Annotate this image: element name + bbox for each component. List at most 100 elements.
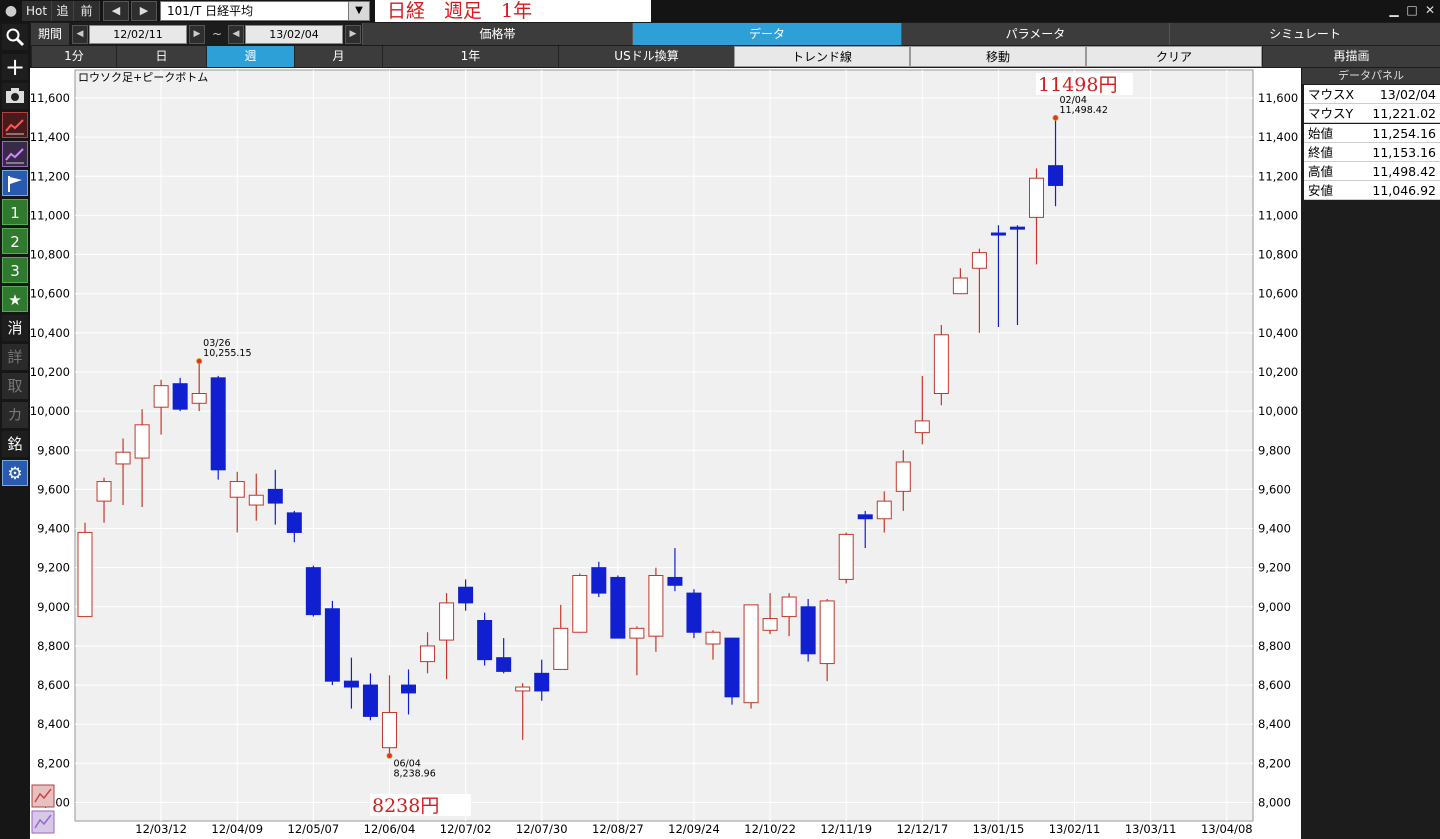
- candle-body[interactable]: [914, 420, 930, 434]
- candle-body[interactable]: [971, 252, 987, 269]
- chart-area[interactable]: 8,000 8,200 8,400 8,600 8,800 9,000 9,200 9,400…: [30, 68, 1301, 839]
- candle-body[interactable]: [743, 604, 759, 704]
- camera-icon[interactable]: [2, 83, 28, 109]
- start-prev-arrow-icon[interactable]: ◀: [72, 25, 88, 44]
- favorite-star-icon[interactable]: ★: [2, 286, 28, 312]
- candle-body[interactable]: [286, 512, 302, 533]
- candle-body[interactable]: [172, 383, 188, 410]
- end-next-arrow-icon[interactable]: ▶: [345, 25, 361, 44]
- candle-body[interactable]: [686, 592, 702, 633]
- maximize-icon[interactable]: □: [1404, 2, 1420, 18]
- candle-body[interactable]: [210, 377, 226, 471]
- gear-icon[interactable]: ⚙: [2, 460, 28, 486]
- candle-body[interactable]: [420, 645, 436, 663]
- candle-body[interactable]: [876, 500, 892, 520]
- candle-body[interactable]: [267, 488, 283, 504]
- candle-body[interactable]: [153, 385, 169, 408]
- candle-body[interactable]: [439, 602, 455, 641]
- minimize-icon[interactable]: ▁: [1386, 2, 1402, 18]
- tab-parameters[interactable]: パラメータ: [901, 23, 1169, 45]
- candle-body[interactable]: [115, 451, 131, 465]
- candlestick-chart[interactable]: 8,000 8,200 8,400 8,600 8,800 9,000 9,200 9,400…: [30, 68, 1301, 839]
- candle-body[interactable]: [248, 494, 264, 506]
- flag-icon[interactable]: [2, 170, 28, 196]
- candle-body[interactable]: [458, 586, 474, 604]
- candle-body[interactable]: [324, 608, 340, 682]
- candle-body[interactable]: [477, 620, 493, 661]
- erase-button[interactable]: 消: [2, 315, 28, 341]
- back-arrow-icon[interactable]: ◀: [103, 1, 129, 21]
- candle-body[interactable]: [305, 567, 321, 616]
- tab-price-band[interactable]: 価格帯: [362, 23, 632, 45]
- candle-body[interactable]: [496, 657, 512, 672]
- redraw-button[interactable]: 再描画: [1262, 46, 1440, 67]
- candle-body[interactable]: [134, 424, 150, 459]
- candle-body[interactable]: [895, 461, 911, 492]
- candle-body[interactable]: [229, 481, 245, 498]
- candle-body[interactable]: [990, 232, 1006, 236]
- preset-1-button[interactable]: 1: [2, 199, 28, 225]
- candle-body[interactable]: [591, 567, 607, 594]
- start-next-arrow-icon[interactable]: ▶: [189, 25, 205, 44]
- candle-body[interactable]: [724, 637, 740, 698]
- preset-3-button[interactable]: 3: [2, 257, 28, 283]
- forward-arrow-icon[interactable]: ▶: [131, 1, 157, 21]
- candle-body[interactable]: [933, 334, 949, 394]
- candle-body[interactable]: [781, 596, 797, 618]
- timeframe-monthly[interactable]: 月: [294, 46, 382, 67]
- preset-2-button[interactable]: 2: [2, 228, 28, 254]
- candle-body[interactable]: [401, 684, 417, 694]
- close-icon[interactable]: ✕: [1422, 2, 1438, 18]
- candle-body[interactable]: [572, 574, 588, 633]
- next-button[interactable]: 追: [52, 1, 74, 21]
- line-chart-purple-icon[interactable]: [2, 141, 28, 167]
- candle-body[interactable]: [553, 627, 569, 670]
- candle-body[interactable]: [96, 481, 112, 502]
- candle-body[interactable]: [819, 600, 835, 665]
- candle-body[interactable]: [1009, 226, 1025, 230]
- candle-body[interactable]: [1029, 177, 1044, 218]
- candle-body[interactable]: [857, 514, 873, 520]
- candle-body[interactable]: [343, 680, 359, 688]
- candle-body[interactable]: [629, 627, 645, 639]
- detail-button[interactable]: 詳: [2, 344, 28, 370]
- trade-button[interactable]: 取: [2, 373, 28, 399]
- move-button[interactable]: 移動: [910, 46, 1086, 67]
- trendline-button[interactable]: トレンド線: [734, 46, 910, 67]
- hot-button[interactable]: Hot: [22, 1, 52, 21]
- candle-body[interactable]: [362, 684, 378, 717]
- timeframe-1min[interactable]: 1分: [31, 46, 116, 67]
- candle-body[interactable]: [77, 531, 93, 618]
- prev-button[interactable]: 前: [74, 1, 100, 21]
- tab-simulate[interactable]: シミュレート: [1169, 23, 1440, 45]
- stock-button[interactable]: 銘: [2, 431, 28, 457]
- range-1year-button[interactable]: 1年: [382, 46, 558, 67]
- crosshair-icon[interactable]: +: [2, 54, 28, 80]
- candle-body[interactable]: [705, 631, 721, 645]
- symbol-input[interactable]: 101/T 日経平均: [160, 1, 370, 21]
- candle-body[interactable]: [667, 576, 683, 586]
- candle-body[interactable]: [1048, 165, 1064, 186]
- usd-convert-button[interactable]: USドル換算: [558, 46, 734, 67]
- end-prev-arrow-icon[interactable]: ◀: [228, 25, 244, 44]
- candle-body[interactable]: [191, 392, 207, 404]
- start-date-input[interactable]: 12/02/11: [89, 25, 187, 44]
- candle-body[interactable]: [515, 686, 531, 692]
- candle-body[interactable]: [952, 277, 968, 295]
- end-date-input[interactable]: 13/02/04: [245, 25, 343, 44]
- ka-button[interactable]: カ: [2, 402, 28, 428]
- chevron-down-icon[interactable]: ▼: [348, 1, 370, 21]
- line-chart-red-icon[interactable]: [2, 112, 28, 138]
- candle-body[interactable]: [610, 576, 626, 639]
- search-icon[interactable]: [2, 24, 28, 50]
- candle-body[interactable]: [762, 618, 778, 631]
- candle-body[interactable]: [800, 606, 816, 655]
- timeframe-weekly[interactable]: 週: [206, 46, 294, 67]
- timeframe-daily[interactable]: 日: [116, 46, 206, 67]
- candle-body[interactable]: [381, 711, 397, 749]
- candle-body[interactable]: [534, 672, 550, 692]
- bulb-icon[interactable]: ●: [2, 2, 20, 20]
- clear-button[interactable]: クリア: [1086, 46, 1262, 67]
- candle-body[interactable]: [838, 533, 854, 580]
- candle-body[interactable]: [648, 574, 664, 637]
